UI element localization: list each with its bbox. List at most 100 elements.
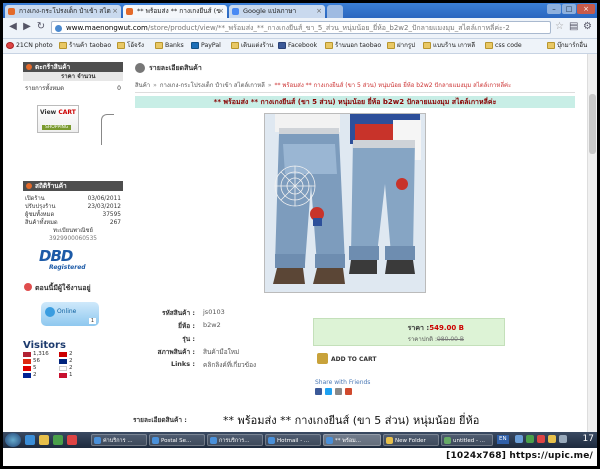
email-share-icon[interactable] [335,388,342,395]
view-cart-label: View [40,109,57,116]
favicon [232,8,239,15]
bookmark-item[interactable]: ร้านนอก taobao [325,41,381,51]
bookmark-item[interactable]: 21CN photo [6,41,53,51]
quicklaunch-icon[interactable] [39,435,49,445]
jeans-photo [265,114,425,292]
other-bookmarks[interactable]: บุ๊กมาร์กอื่น [547,41,587,51]
taskbar-item[interactable]: การบริการ... [207,434,263,446]
price-box: ราคา :549.00 B ราคาปกติ :980.00 B [313,318,505,346]
related-links[interactable]: คลิกลิงค์ที่เกี่ยวข้อง [203,360,256,370]
wrench-icon[interactable]: ⚙ [583,21,592,32]
detail-label: สภาพสินค้า : [157,348,195,356]
reload-icon[interactable]: ↻ [35,21,47,33]
bookmark-label: ร้านค้า taobao [69,42,112,49]
tray-icon[interactable] [526,435,534,443]
vertical-scrollbar[interactable] [587,54,597,432]
view-cart-accent: CART [58,109,76,116]
bookmark-item[interactable]: โอ้จรัง [117,41,144,51]
app-icon [326,437,333,444]
start-button[interactable] [5,433,21,447]
address-bar[interactable]: www.maenongwut.com/store/product/view/**… [51,21,551,34]
bookmark-item[interactable]: แบบร้าน เกาหลี [423,41,475,51]
registration-label: ทะเบียนพาณิชย์ [53,228,93,234]
app-icon [94,437,101,444]
minimize-icon[interactable]: – [547,4,561,14]
taskbar-label: ค่าบริการ ... [103,438,133,444]
maximize-icon[interactable]: □ [562,4,576,14]
page-content: ตะกร้าสินค้า ราคา จำนวน รายการทั้งหมด 0 … [3,54,597,432]
detail-row: Links : คลิกลิงค์ที่เกี่ยวข้อง [135,360,305,370]
detail-value: b2w2 [203,321,221,329]
breadcrumb-item[interactable]: กางเกง-กระโปรงเด็ก ปำเข้า สไตล์เกาหลี [160,82,265,89]
facebook-share-icon[interactable] [315,388,322,395]
app-icon [210,437,217,444]
taskbar: ค่าบริการ ... Postal Se... การบริการ... … [3,432,597,448]
visitors-table: 1,316 2 56 2 52 21 [23,351,123,379]
page-menu-icon[interactable]: ▤ [569,21,578,32]
add-to-cart-button[interactable]: ADD TO CART [317,353,376,364]
breadcrumb-item[interactable]: สินค้า [135,82,150,89]
taskbar-item[interactable]: Postal Se... [149,434,205,446]
online-users-header: ตอนนี้มีผู้ใช้งานอยู่ [23,283,123,294]
tray-icon[interactable] [548,435,556,443]
bookmark-item[interactable]: ร้านค้า taobao [59,41,111,51]
normal-price: ราคาปกติ :980.00 B [408,334,464,344]
bookmark-item[interactable]: ฝากรูป [387,41,415,51]
plus-share-icon[interactable] [345,388,352,395]
quicklaunch-icon[interactable] [67,435,77,445]
close-tab-icon[interactable]: × [218,5,224,18]
folder-icon [117,42,125,49]
forward-icon[interactable]: ▶ [21,21,33,33]
volume-icon[interactable] [559,435,567,443]
tray-icon[interactable] [515,435,523,443]
quicklaunch-icon[interactable] [25,435,35,445]
view-cart-button[interactable]: View CART SHOPPING [37,105,79,133]
normal-price-label: ราคาปกติ : [407,336,437,343]
taskbar-item[interactable]: ค่าบริการ ... [91,434,147,446]
bookmark-icon [6,42,14,49]
clock[interactable]: 17 [583,434,594,444]
product-title: ** พร้อมส่ง ** กางเกงยีนส์ (ขา 5 ส่วน) ห… [135,96,575,108]
dbd-registered-logo[interactable]: DBD Registered [39,247,99,273]
cart-columns: ราคา จำนวน [23,72,123,81]
twitter-share-icon[interactable] [325,388,332,395]
taskbar-label: การบริการ... [219,438,250,444]
taskbar-label: ** พร้อม... [335,438,362,444]
taskbar-item-active[interactable]: ** พร้อม... [323,434,381,446]
tab-label: กางเกง-กระโปรงเด็ก ปำเข้า สไต [19,7,111,15]
taskbar-item[interactable]: untitled - ... [441,434,493,446]
browser-tab-bar: กางเกง-กระโปรงเด็ก ปำเข้า สไต × ** พร้อม… [3,3,597,18]
bookmark-star-icon[interactable]: ☆ [555,21,564,32]
scrollbar-thumb[interactable] [589,94,596,154]
close-tab-icon[interactable]: × [316,5,322,18]
language-indicator[interactable]: EN [497,435,509,444]
bookmark-item[interactable]: Banks [155,41,184,51]
taskbar-item[interactable]: New Folder [383,434,439,446]
stats-header: สถิติร้านค้า [23,181,123,191]
detail-row: ยี่ห้อ : b2w2 [135,321,305,331]
tab-product[interactable]: ** พร้อมส่ง ** กางเกงยีนส์ (ข × [123,5,227,18]
registration-number: 3929900060535 [49,236,97,242]
description: รายละเอียดสินค้า : ** พร้อมส่ง ** กางเกง… [133,411,575,427]
cart-total: รายการทั้งหมด 0 [23,84,123,93]
bookmark-item[interactable]: css code [485,41,522,51]
bookmark-item[interactable]: เดินแต่งร้าน [231,41,273,51]
close-window-icon[interactable]: × [577,4,595,14]
back-icon[interactable]: ◀ [7,21,19,33]
bookmark-item[interactable]: PayPal [191,41,221,51]
close-tab-icon[interactable]: × [112,5,118,18]
taskbar-item[interactable]: Hotmail - ... [265,434,321,446]
online-label: Online [57,308,77,315]
bookmark-item[interactable]: Facebook [278,41,317,51]
tab-category[interactable]: กางเกง-กระโปรงเด็ก ปำเข้า สไต × [5,5,121,18]
taskbar-label: New Folder [395,438,426,444]
product-photo[interactable] [264,113,426,293]
bookmark-label: บุ๊กมาร์กอื่น [557,42,588,49]
tab-google-translate[interactable]: Google แปลภาษา × [229,5,325,18]
new-tab-button[interactable] [327,5,343,18]
online-count: 1 [88,318,96,324]
share-with-friends[interactable]: Share with Friends [315,379,370,386]
quicklaunch-icon[interactable] [53,435,63,445]
tray-icon[interactable] [537,435,545,443]
online-widget: Online 1 [41,302,99,326]
